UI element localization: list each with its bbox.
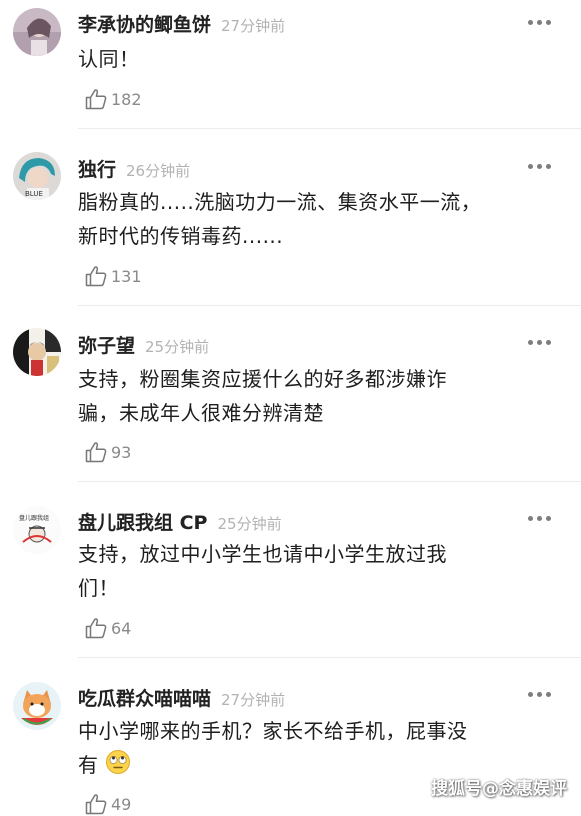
username[interactable]: 李承协的鲫鱼饼 (78, 10, 211, 37)
comment-text: 支持，放过中小学生也请中小学生放过我 们！ (78, 537, 548, 605)
more-options-icon[interactable] (528, 340, 551, 345)
like-button[interactable]: 49 (84, 792, 131, 816)
divider (78, 657, 581, 658)
watermark: 搜狐号@念惠娱评 (431, 779, 567, 799)
like-count: 49 (111, 794, 132, 814)
thumbs-up-icon (84, 440, 108, 464)
thumbs-up-icon (84, 87, 108, 111)
more-options-icon[interactable] (528, 20, 551, 25)
divider (78, 481, 581, 482)
like-count: 93 (111, 442, 132, 462)
comment-text: 脂粉真的.....洗脑功力一流、集资水平一流， 新时代的传销毒药...... (78, 185, 548, 253)
username[interactable]: 吃瓜群众喵喵喵 (78, 684, 211, 711)
divider (78, 128, 581, 129)
comment-line: 新时代的传销毒药...... (78, 224, 284, 248)
comment-time: 26分钟前 (126, 162, 191, 180)
comment-line: 中小学哪来的手机？家长不给手机，屁事没 (78, 719, 468, 743)
avatar[interactable] (13, 682, 61, 730)
comment-line: 骗，未成年人很难分辨清楚 (78, 401, 324, 425)
comment-time: 25分钟前 (145, 338, 210, 356)
comment-line: 支持，放过中小学生也请中小学生放过我 (78, 542, 447, 566)
thumbs-up-icon (84, 264, 108, 288)
more-options-icon[interactable] (528, 692, 551, 697)
like-button[interactable]: 182 (84, 87, 142, 111)
comment-line: 认同！ (78, 47, 140, 71)
like-button[interactable]: 131 (84, 264, 142, 288)
like-count: 182 (111, 89, 142, 109)
username[interactable]: 独行 (78, 155, 116, 182)
comment-time: 27分钟前 (221, 691, 286, 709)
divider (78, 305, 581, 306)
comment-text: 认同！ (78, 42, 548, 76)
thumbs-up-icon (84, 616, 108, 640)
comment-line: 们！ (78, 576, 119, 600)
like-count: 131 (111, 266, 142, 286)
avatar[interactable]: 盘儿跟我组 (13, 506, 61, 554)
comment-line: 脂粉真的.....洗脑功力一流、集资水平一流， (78, 190, 482, 214)
avatar-text: BLUE (25, 190, 43, 198)
thumbs-up-icon (84, 792, 108, 816)
username[interactable]: 盘儿跟我组 CP (78, 508, 207, 535)
like-count: 64 (111, 618, 132, 638)
comment-header: 弥子望 25分钟前 (78, 331, 209, 358)
comment-header: 盘儿跟我组 CP 25分钟前 (78, 508, 282, 535)
more-options-icon[interactable] (528, 164, 551, 169)
comment-text: 支持，粉圈集资应援什么的好多都涉嫌诈 骗，未成年人很难分辨清楚 (78, 362, 548, 430)
comment-time: 25分钟前 (217, 515, 282, 533)
username[interactable]: 弥子望 (78, 331, 135, 358)
comment-line-text: 有 (78, 753, 99, 777)
like-button[interactable]: 64 (84, 616, 131, 640)
comment-header: 李承协的鲫鱼饼 27分钟前 (78, 10, 285, 37)
avatar-text: 盘儿跟我组 (19, 514, 49, 522)
comment-line: 支持，粉圈集资应援什么的好多都涉嫌诈 (78, 367, 447, 391)
avatar[interactable]: BLUE (13, 152, 61, 200)
more-options-icon[interactable] (528, 516, 551, 521)
avatar[interactable] (13, 8, 61, 56)
avatar[interactable] (13, 328, 61, 376)
comment-header: 独行 26分钟前 (78, 155, 190, 182)
like-button[interactable]: 93 (84, 440, 131, 464)
comment-time: 27分钟前 (221, 17, 286, 35)
rolling-eyes-emoji-icon (105, 749, 131, 785)
comment-header: 吃瓜群众喵喵喵 27分钟前 (78, 684, 285, 711)
